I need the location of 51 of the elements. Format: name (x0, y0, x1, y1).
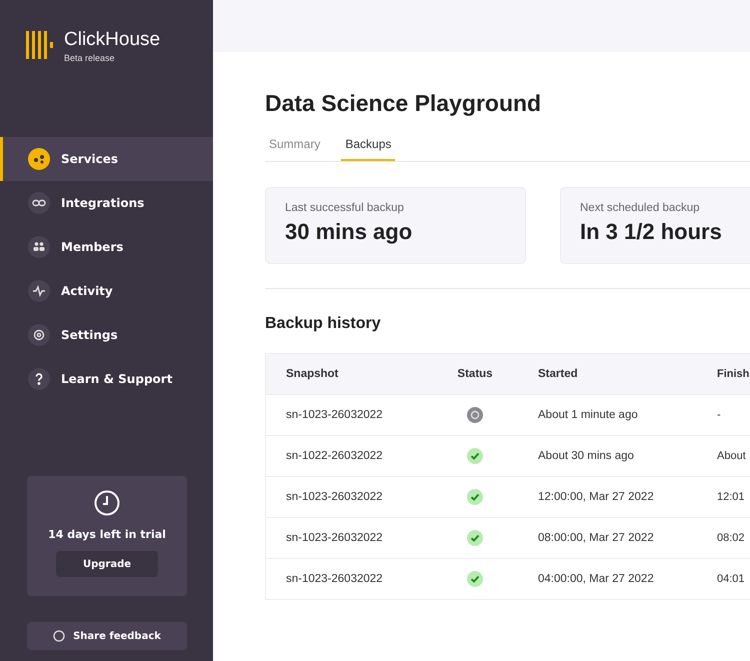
logo-icon (26, 31, 54, 59)
column-header: Finish (716, 368, 750, 380)
column-header: Status (456, 368, 494, 380)
upgrade-button[interactable]: Upgrade (56, 551, 158, 577)
table-cell-text: 12:01 (716, 491, 746, 503)
table-cell-text: sn-1023-26032022 (285, 409, 384, 421)
column-header: Started (537, 368, 579, 380)
table-cell-text: 12:00:00, Mar 27 2022 (537, 491, 655, 503)
check-icon (467, 530, 483, 546)
table-cell-text: - (716, 409, 722, 421)
table-cell-text: About 1 minute ago (537, 409, 639, 421)
check-icon (467, 489, 483, 505)
link-icon (28, 192, 50, 214)
check-icon (467, 448, 483, 464)
brand-subtitle: Beta release (64, 53, 116, 63)
table-cell-text: 04:00:00, Mar 27 2022 (537, 573, 655, 585)
brand-name: ClickHouse (64, 30, 160, 50)
nav-item[interactable]: Learn & Support (0, 357, 213, 401)
table-cell-text: About 30 mins ago (537, 450, 635, 462)
pulse-icon (28, 280, 50, 302)
section-title: Backup history (265, 315, 382, 333)
sync-icon (467, 407, 483, 423)
table-cell-text: sn-1023-26032022 (285, 532, 384, 544)
table-cell-text: sn-1023-26032022 (285, 573, 384, 585)
table-cell-text: 08:02 (716, 532, 746, 544)
tab[interactable]: Backups (341, 131, 396, 161)
page-title: Data Science Playground (265, 90, 542, 117)
column-header: Snapshot (285, 368, 340, 380)
table-cell-text: About (716, 450, 747, 462)
table-cell-text: sn-1023-26032022 (285, 491, 384, 503)
tab[interactable]: Summary (265, 131, 324, 161)
feedback-button[interactable]: Share feedback (27, 622, 187, 650)
trial-text: 14 days left in trial (48, 528, 166, 541)
stat-value: In 3 1/2 hours (580, 219, 723, 245)
nav-item[interactable]: Members (0, 225, 213, 269)
nav-item[interactable]: Settings (0, 313, 213, 357)
settings-icon (28, 324, 50, 346)
stat-label: Next scheduled backup (580, 202, 701, 214)
table-cell-text: sn-1022-26032022 (285, 450, 384, 462)
clock-icon (94, 490, 120, 516)
help-icon (28, 368, 50, 390)
check-icon (467, 571, 483, 587)
nav-item[interactable]: Services (0, 137, 213, 181)
people-icon (28, 236, 50, 258)
nav-item[interactable]: Integrations (0, 181, 213, 225)
stat-value: 30 mins ago (285, 219, 414, 245)
stat-label: Last successful backup (285, 202, 405, 214)
table-cell-text: 08:00:00, Mar 27 2022 (537, 532, 655, 544)
network-icon (28, 148, 50, 170)
nav-item[interactable]: Activity (0, 269, 213, 313)
table-cell-text: 04:01 (716, 573, 746, 585)
